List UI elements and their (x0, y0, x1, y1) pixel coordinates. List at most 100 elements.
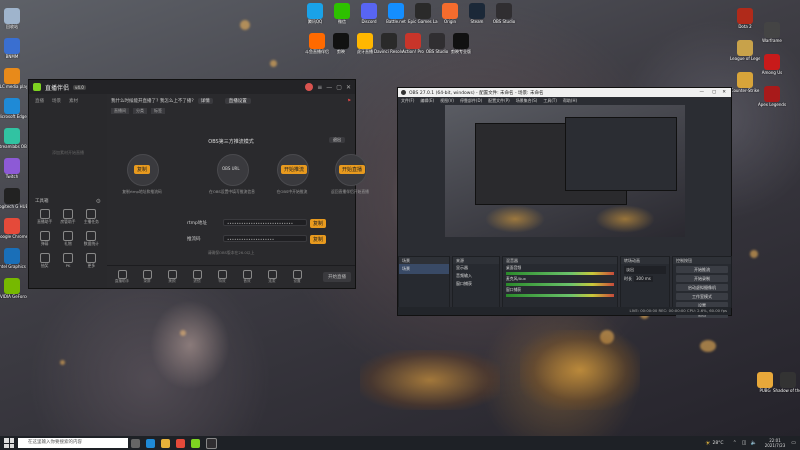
transition-type-select[interactable]: 淡出 (624, 266, 666, 274)
desktop-left-icon-1[interactable]: BNMM (0, 38, 27, 59)
share-icon[interactable]: ⚑ (347, 99, 351, 104)
sidebar-tab-material[interactable]: 素材 (69, 98, 78, 104)
rtmp-field[interactable]: •••••••••••••••••••••••••••• (223, 219, 307, 226)
obs-close-icon[interactable]: ✕ (722, 90, 726, 95)
notice-button[interactable]: 详情 (197, 98, 213, 104)
app1-maximize-icon[interactable]: ▢ (336, 84, 342, 91)
notice-text[interactable]: 我什么时候能开直播了? 我怎么上不了播? (111, 98, 194, 104)
obs-control-button[interactable]: 开始录制 (676, 275, 728, 282)
app1-minimize-icon[interactable]: — (326, 84, 332, 91)
desktop-top-icon-1[interactable]: 微信 (327, 3, 357, 24)
desktop-right-icon-1[interactable]: Warframe (757, 22, 787, 43)
app1-titlebar[interactable]: 直播伴侣 v4.0 ≡ — ▢ ✕ (29, 80, 355, 94)
weather-text[interactable]: 28°C (712, 441, 723, 446)
desktop-top-icon-4[interactable]: Epic Games Launcher (408, 3, 438, 24)
obs-mode-exit-button[interactable]: 退出 (329, 137, 345, 143)
chrome-taskbar-icon[interactable] (176, 438, 185, 448)
desktop-right-icon-4[interactable]: Counter-Strike (730, 72, 760, 93)
desktop-top-icon-2[interactable]: Discord (354, 3, 384, 24)
tool-item[interactable]: 礼物 (56, 231, 79, 247)
edge-taskbar-icon[interactable] (146, 438, 155, 448)
source-item[interactable]: 显示器 (453, 264, 499, 272)
desktop-right-icon-5[interactable]: Apex Legends (757, 86, 787, 107)
bottom-tool[interactable]: 音效 (236, 270, 258, 284)
tool-item[interactable]: 数据统计 (80, 231, 103, 247)
app1-menu-icon[interactable]: ≡ (317, 84, 322, 91)
obs-menu-item[interactable]: 文件(F) (401, 98, 414, 104)
start-live-button[interactable]: 开始直播 (323, 272, 351, 282)
tool-item[interactable]: PK (56, 253, 79, 269)
stream-key-field[interactable]: •••••••••••••••••••• (223, 235, 307, 242)
desktop-right-icon-7[interactable]: Shadow of the Tomb Raider (773, 372, 800, 393)
tools-settings-icon[interactable]: ⚙ (96, 198, 101, 205)
obs-menu-item[interactable]: 帮助(H) (563, 98, 577, 104)
tool-item[interactable]: 弹幕 (33, 231, 56, 247)
clock[interactable]: 22:01 2021/7/23 (765, 438, 786, 448)
obs-control-button[interactable]: 启动虚拟摄像机 (676, 284, 728, 291)
tool-item[interactable]: 主播任务 (80, 209, 103, 225)
sidebar-tab-scene[interactable]: 场景 (52, 98, 61, 104)
sub-tab-category[interactable]: 分类 (133, 108, 147, 114)
obs-minimize-icon[interactable]: — (699, 90, 704, 95)
desktop-left-icon-8[interactable]: Intel Graphics (0, 248, 27, 269)
sub-tab-room[interactable]: 直播间 (111, 108, 129, 114)
bottom-tool[interactable]: 设置 (286, 270, 308, 284)
obs-titlebar[interactable]: OBS 27.0.1 (64-bit, windows) - 配置文件: 未命名… (398, 88, 731, 97)
desktop-left-icon-4[interactable]: Streamlabs OBS (0, 128, 27, 149)
taskbar-search-input[interactable]: 在这里输入你要搜索的内容 (18, 438, 128, 448)
desktop-left-icon-3[interactable]: Microsoft Edge (0, 98, 27, 119)
bottom-tool[interactable]: 特效 (211, 270, 233, 284)
rtmp-copy-button[interactable]: 复制 (310, 219, 327, 228)
source-item[interactable]: 音频输入 (453, 272, 499, 280)
volume-icon[interactable]: 🔈 (751, 440, 757, 446)
bottom-tool[interactable]: 滤镜 (186, 270, 208, 284)
notification-icon[interactable]: ▭ (791, 440, 796, 446)
desktop-right-icon-2[interactable]: League of Legends (730, 40, 760, 61)
app1-close-icon[interactable]: ✕ (346, 84, 351, 91)
obs-menu-item[interactable]: 配置文件(P) (488, 98, 510, 104)
bottom-tool[interactable]: 连麦 (261, 270, 283, 284)
desktop-left-icon-2[interactable]: VLC media player (0, 68, 27, 89)
desktop-left-icon-7[interactable]: Google Chrome (0, 218, 27, 239)
scene-item[interactable]: 场景 (399, 264, 449, 274)
transition-duration-input[interactable]: 300 ms (634, 276, 653, 282)
tray-chevron-icon[interactable]: ⌃ (733, 440, 737, 446)
desktop-top-icon-6[interactable]: Steam (462, 3, 492, 24)
desktop-left-icon-9[interactable]: NVIDIA GeForce (0, 278, 27, 299)
desktop-top-icon-7[interactable]: OBS Studio (489, 3, 519, 24)
desktop-left-icon-6[interactable]: Logitech G HUB (0, 188, 27, 209)
tool-item[interactable]: 直播助手 (33, 209, 56, 225)
obs-menu-item[interactable]: 场景集合(S) (516, 98, 538, 104)
bottom-tool[interactable]: 录屏 (136, 270, 158, 284)
obs-menu-item[interactable]: 视图(V) (440, 98, 454, 104)
desktop-mid-icon-6[interactable]: 剪映专业版 (446, 33, 476, 54)
explorer-taskbar-icon[interactable] (161, 438, 170, 448)
obs-menu-item[interactable]: 编辑(E) (420, 98, 434, 104)
weather-icon[interactable]: ☀ (705, 440, 710, 447)
tool-item[interactable]: 更多 (80, 253, 103, 269)
obs-preview[interactable] (445, 105, 685, 237)
sidebar-tab-live[interactable]: 直播 (35, 98, 44, 104)
obs-menu-item[interactable]: 停靠部件(D) (460, 98, 482, 104)
obs-control-button[interactable]: 开始推流 (676, 266, 728, 273)
obs-maximize-icon[interactable]: ▢ (712, 90, 716, 95)
source-item[interactable]: 窗口捕获 (453, 280, 499, 288)
top-tab-live-settings[interactable]: 直播设置 (224, 98, 251, 104)
obs-control-button[interactable]: 工作室模式 (676, 293, 728, 300)
bottom-tool[interactable]: 美颜 (161, 270, 183, 284)
bottom-tool[interactable]: 直播助手 (111, 270, 133, 284)
key-copy-button[interactable]: 复制 (310, 235, 327, 244)
network-icon[interactable]: ◫ (742, 440, 747, 446)
task-view-icon[interactable] (131, 438, 140, 448)
desktop-left-icon-5[interactable]: Twitch (0, 158, 27, 179)
desktop-top-icon-0[interactable]: 腾讯QQ (300, 3, 330, 24)
desktop-top-icon-5[interactable]: Origin (435, 3, 465, 24)
desktop-left-icon-0[interactable]: 回收站 (0, 8, 27, 29)
sub-tab-tags[interactable]: 标签 (151, 108, 165, 114)
tool-item[interactable]: 抽奖 (33, 253, 56, 269)
desktop-right-icon-0[interactable]: Dota 2 (730, 8, 760, 29)
tool-item[interactable]: 房管助手 (56, 209, 79, 225)
desktop-right-icon-3[interactable]: Among Us (757, 54, 787, 75)
app1-avatar[interactable] (305, 83, 314, 91)
desktop-top-icon-3[interactable]: Battle.net (381, 3, 411, 24)
